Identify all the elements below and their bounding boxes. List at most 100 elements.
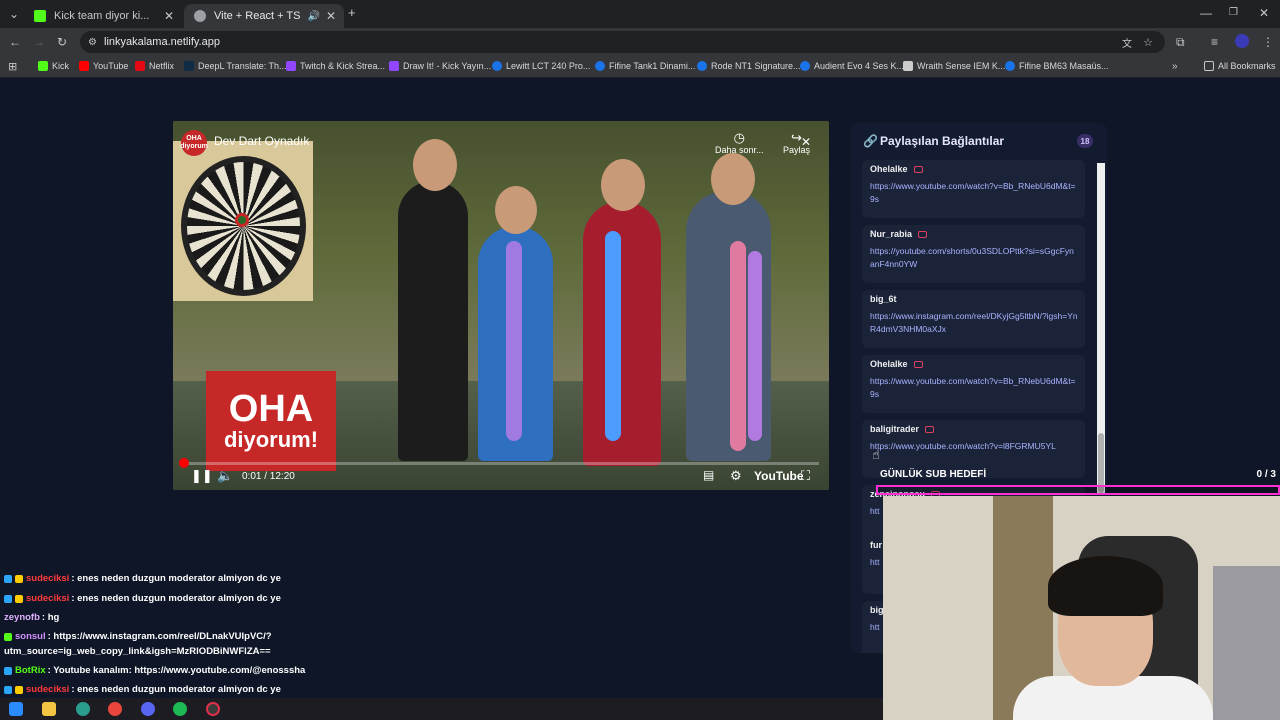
sub-goal-label: GÜNLÜK SUB HEDEFİ xyxy=(880,469,987,480)
bookmark-item[interactable]: Draw It! - Kick Yayın... xyxy=(389,61,491,71)
twitch-icon xyxy=(286,61,296,71)
chat-badge-icon xyxy=(4,685,12,694)
reload-icon[interactable]: ↻ xyxy=(57,35,67,49)
file-explorer-icon[interactable] xyxy=(42,702,56,716)
purple-tube xyxy=(506,241,522,441)
close-icon[interactable]: ✕ xyxy=(801,135,811,149)
checkmark-icon xyxy=(492,61,502,71)
panel-title: Paylaşılan Bağlantılar xyxy=(880,134,1005,148)
tab-search-icon[interactable]: ⌄ xyxy=(9,7,19,21)
youtube-logo[interactable]: YouTube xyxy=(754,469,804,483)
spotify-icon[interactable] xyxy=(173,702,187,716)
all-bookmarks-button[interactable]: All Bookmarks xyxy=(1204,61,1276,71)
bookmark-label: Fifine Tank1 Dinami... xyxy=(609,61,696,71)
bookmark-label: Draw It! - Kick Yayın... xyxy=(403,61,492,71)
chat-username[interactable]: zeynofb xyxy=(4,612,40,623)
discord-icon[interactable] xyxy=(141,702,155,716)
media-controls-icon[interactable]: ≡ xyxy=(1211,35,1218,49)
person-head xyxy=(495,186,537,234)
mouse-cursor: ☝ xyxy=(872,447,880,462)
forward-icon[interactable]: → xyxy=(33,35,45,49)
bookmark-star-icon[interactable]: ☆ xyxy=(1143,36,1153,49)
obs-icon[interactable] xyxy=(206,702,220,716)
link-url[interactable]: https://www.youtube.com/watch?v=Bb_RNebU… xyxy=(870,375,1078,401)
link-card[interactable]: Ohelalke https://www.youtube.com/watch?v=… xyxy=(862,355,1085,413)
translate-icon[interactable]: 文 xyxy=(1122,35,1132,50)
volume-icon[interactable]: 🔈 xyxy=(217,468,233,484)
link-url[interactable]: https://www.youtube.com/watch?v=Bb_RNebU… xyxy=(870,180,1078,206)
bookmark-item[interactable]: Rode NT1 Signature... xyxy=(697,61,801,71)
minimize-icon[interactable]: — xyxy=(1200,6,1212,20)
bookmark-item[interactable]: Wraith Sense IEM K... xyxy=(903,61,1005,71)
back-icon[interactable]: ← xyxy=(9,35,21,49)
chat-username[interactable]: sudeciksi xyxy=(26,593,69,604)
person-head xyxy=(413,139,457,191)
profile-avatar[interactable] xyxy=(1235,34,1249,48)
chat-text: : enes neden duzgun moderator almiyon dc… xyxy=(71,684,281,695)
app-icon[interactable] xyxy=(76,702,90,716)
youtube-icon xyxy=(925,425,935,433)
bookmark-item[interactable]: YouTube xyxy=(79,61,128,71)
chat-username[interactable]: sonsul xyxy=(15,631,46,642)
chat-badge-icon xyxy=(4,666,12,675)
tab-close-icon[interactable]: ✕ xyxy=(326,9,336,23)
menu-icon[interactable]: ⋮ xyxy=(1262,35,1274,49)
address-url: linkyakalama.netlify.app xyxy=(104,36,220,48)
bookmark-item[interactable]: Lewitt LCT 240 Pro... xyxy=(492,61,590,71)
apps-grid-icon[interactable]: ⊞ xyxy=(8,60,17,74)
bookmark-item[interactable]: Fifine Tank1 Dinami... xyxy=(595,61,695,71)
chat-message: sonsul: https://www.instagram.com/reel/D… xyxy=(4,631,272,642)
link-url[interactable]: https://www.instagram.com/reel/DKyjGg5lt… xyxy=(870,310,1078,336)
video-progress-handle[interactable] xyxy=(178,458,189,468)
video-progress-bar[interactable] xyxy=(178,458,819,468)
link-card[interactable]: big_6t https://www.instagram.com/reel/DKy… xyxy=(862,290,1085,348)
link-url[interactable]: https://youtube.com/shorts/0u3SDLOPttk?s… xyxy=(870,245,1078,271)
chat-username[interactable]: sudeciksi xyxy=(26,573,69,584)
link-username: Ohelalke xyxy=(870,359,923,369)
all-bookmarks-label: All Bookmarks xyxy=(1218,61,1276,71)
video-player[interactable]: OHA diyorum! OHA diyorum Dev Dart Oynadı… xyxy=(173,121,829,490)
bookmark-item[interactable]: Fifine BM63 Masaüs... xyxy=(1005,61,1109,71)
chat-message: BotRix: Youtube kanalım: https://www.you… xyxy=(4,665,305,676)
bookmark-item[interactable]: Netflix xyxy=(135,61,174,71)
new-tab-button[interactable]: + xyxy=(348,6,356,20)
chat-message: sudeciksi: enes neden duzgun moderator a… xyxy=(4,684,281,695)
chat-username[interactable]: sudeciksi xyxy=(26,684,69,695)
address-bar[interactable]: ⚙ linkyakalama.netlify.app 文 ☆ xyxy=(80,31,1165,53)
logo-line-2: diyorum! xyxy=(223,427,319,452)
chevron-right-icon[interactable]: » xyxy=(1172,60,1178,74)
link-url[interactable]: https://www.youtube.com/watch?v=l8FGRMU5… xyxy=(870,440,1078,453)
tab-close-icon[interactable]: ✕ xyxy=(164,9,174,23)
bookmark-label: YouTube xyxy=(93,61,129,71)
bookmark-item[interactable]: Audient Evo 4 Ses K... xyxy=(800,61,904,71)
watch-later-button[interactable]: ◷ Daha sonr... xyxy=(715,131,764,156)
tab-vite[interactable]: Vite + React + TS 🔊 ✕ xyxy=(184,4,344,28)
video-title[interactable]: Dev Dart Oynadık xyxy=(214,134,309,148)
tab-kick[interactable]: Kick team diyor ki... ✕ xyxy=(24,4,182,28)
link-card[interactable]: Ohelalke https://www.youtube.com/watch?v=… xyxy=(862,160,1085,218)
bookmark-item[interactable]: Kick xyxy=(38,61,69,71)
sub-goal-count: 0 / 3 xyxy=(1256,469,1276,480)
windows-start-icon[interactable] xyxy=(9,702,23,716)
extensions-icon[interactable]: ⧉ xyxy=(1176,35,1185,49)
speaker-icon[interactable]: 🔊 xyxy=(308,11,320,22)
site-info-icon[interactable]: ⚙ xyxy=(88,37,97,48)
restore-icon[interactable]: ❐ xyxy=(1229,6,1238,20)
settings-gear-icon[interactable]: ⚙ xyxy=(730,468,742,484)
kick-favicon-icon xyxy=(34,10,46,22)
bookmark-item[interactable]: Twitch & Kick Strea... xyxy=(286,61,385,71)
close-window-icon[interactable]: ✕ xyxy=(1259,6,1269,20)
channel-avatar[interactable]: OHA diyorum xyxy=(180,130,208,156)
link-card[interactable]: Nur_rabia https://youtube.com/shorts/0u3S… xyxy=(862,225,1085,283)
chat-username[interactable]: BotRix xyxy=(15,665,46,676)
panel-scrollbar[interactable] xyxy=(1097,163,1105,493)
fullscreen-icon[interactable]: ⛶ xyxy=(801,468,810,484)
pause-icon[interactable]: ❚❚ xyxy=(191,468,213,484)
chat-text: : https://www.instagram.com/reel/DLnakVU… xyxy=(47,631,272,642)
subtitles-icon[interactable]: ▤ xyxy=(703,468,714,482)
bookmark-label: Kick xyxy=(52,61,70,71)
chrome-icon[interactable] xyxy=(108,702,122,716)
bookmark-label: Audient Evo 4 Ses K... xyxy=(814,61,905,71)
chat-badge-icon xyxy=(15,574,23,583)
bookmark-item[interactable]: DeepL Translate: Th... xyxy=(184,61,287,71)
